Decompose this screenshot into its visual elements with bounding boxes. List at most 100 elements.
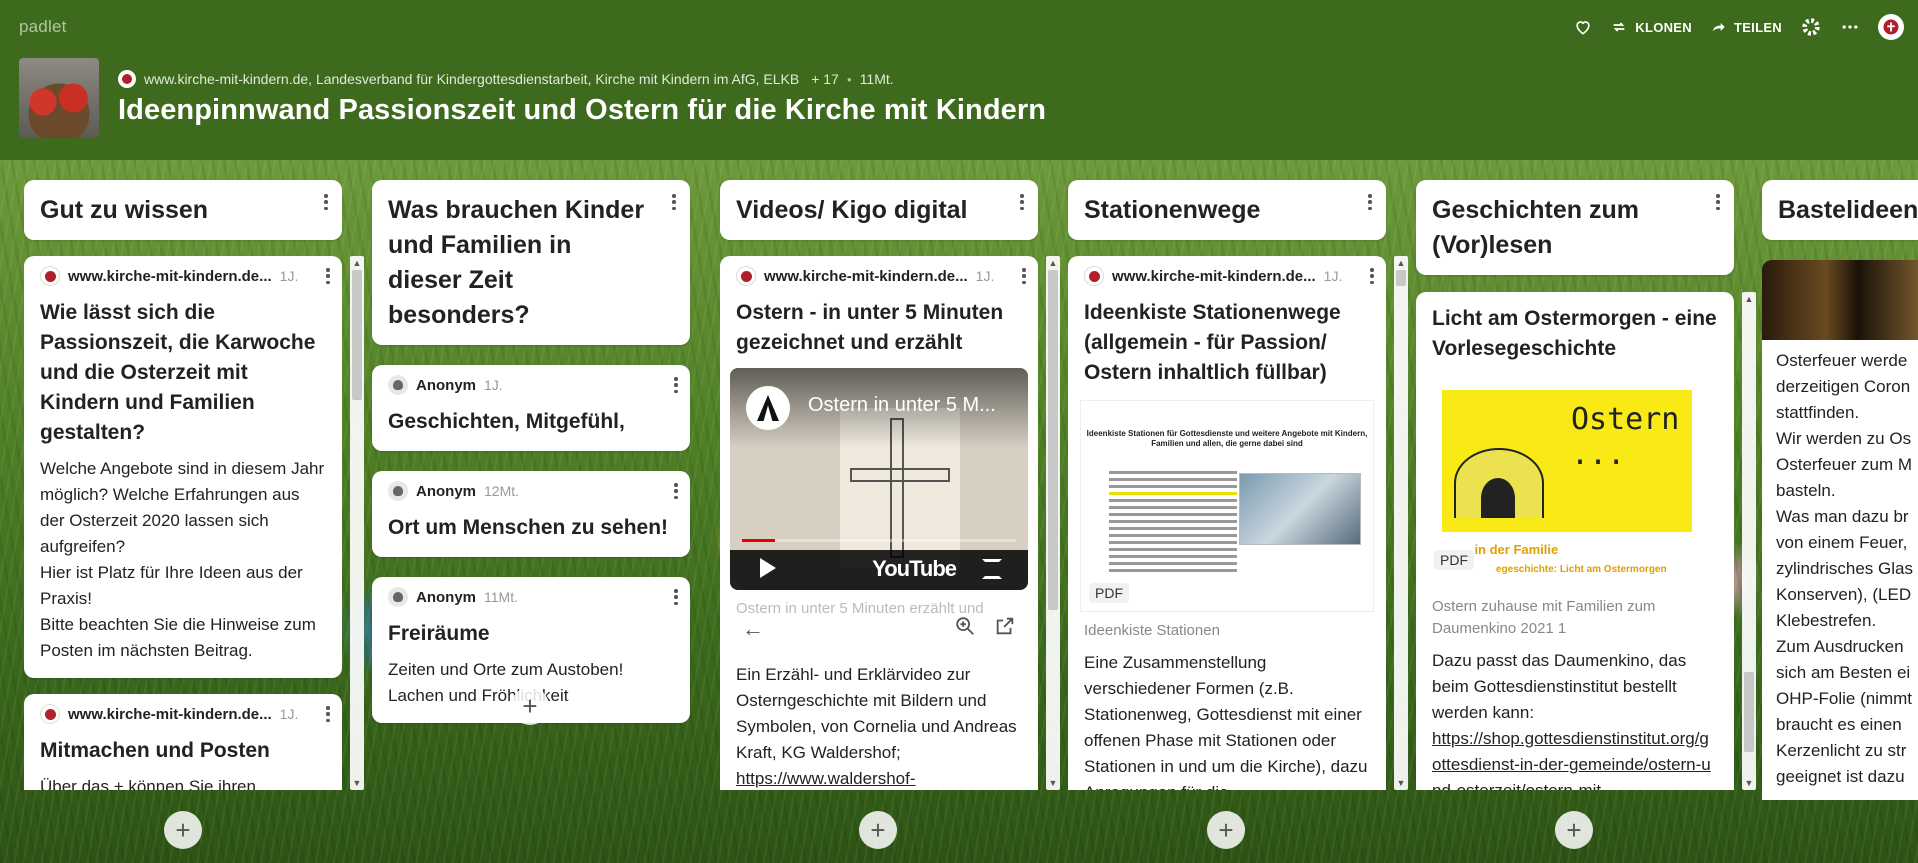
- clone-label: KLONEN: [1635, 19, 1692, 35]
- more-button[interactable]: [1840, 17, 1860, 37]
- post-body-line: Wir werden zu Os: [1776, 429, 1912, 448]
- post-menu-icon[interactable]: [322, 266, 334, 286]
- column-menu-icon[interactable]: [320, 192, 332, 212]
- video-title[interactable]: Ostern in unter 5 M...: [808, 394, 996, 417]
- post-link[interactable]: https://www.waldershof-evangelisch.de/: [736, 769, 916, 790]
- youtube-logo[interactable]: YouTube: [872, 556, 957, 582]
- column-title: Videos/ Kigo digital: [736, 196, 968, 224]
- header-bar: padlet KLONEN TEILEN www.kirche-mit-kind…: [0, 0, 1918, 160]
- plus-icon: +: [870, 814, 886, 845]
- church-logo-icon: [736, 266, 756, 286]
- user-avatar[interactable]: [1878, 14, 1904, 40]
- plus-icon: +: [1218, 814, 1234, 845]
- post-image: [1762, 260, 1918, 340]
- post-card[interactable]: www.kirche-mit-kindern.de... 1J. Ostern …: [720, 256, 1038, 790]
- fullscreen-icon[interactable]: [982, 559, 1002, 579]
- post-body-line: derzeitigen Coron: [1776, 377, 1911, 396]
- like-button[interactable]: [1573, 17, 1593, 37]
- column-scrollbar[interactable]: ▲ ▼: [1394, 256, 1408, 790]
- anonymous-avatar-icon: [388, 481, 408, 501]
- post-card[interactable]: www.kirche-mit-kindern.de... 1J. Mitmach…: [24, 694, 342, 790]
- post-menu-icon[interactable]: [1018, 266, 1030, 286]
- church-logo-icon: [118, 70, 136, 88]
- pdf-cover-caption: egeschichte: Licht am Ostermorgen: [1496, 564, 1667, 575]
- post-card[interactable]: www.kirche-mit-kindern.de... 1J. Wie läs…: [24, 256, 342, 678]
- column-menu-icon[interactable]: [1016, 192, 1028, 212]
- post-link[interactable]: https://shop.gottesdienstinstitut.org/go…: [1432, 729, 1711, 790]
- column-title: Stationenwege: [1084, 196, 1261, 224]
- zoom-icon[interactable]: [954, 615, 976, 643]
- church-logo-icon: [1084, 266, 1104, 286]
- column-scrollbar[interactable]: ▲ ▼: [1742, 292, 1756, 790]
- post-body-line: OHP-Folie (nimmt: [1776, 689, 1913, 708]
- attachment-toolbar: Ostern in unter 5 Minuten erzählt und ←: [730, 600, 1028, 654]
- column-scrollbar[interactable]: ▲ ▼: [350, 256, 364, 790]
- pdf-preview[interactable]: Ostern ... ... in der Familie egeschicht…: [1426, 378, 1724, 588]
- pdf-preview[interactable]: Ideenkiste Stationen für Gottesdienste u…: [1080, 400, 1374, 612]
- add-post-button[interactable]: +: [1555, 811, 1593, 849]
- pdf-cover-title: Ostern ...: [1571, 402, 1680, 472]
- post-author: www.kirche-mit-kindern.de... 1J.: [736, 266, 1022, 286]
- page-title: Ideenpinnwand Passionszeit und Ostern fü…: [118, 94, 1047, 126]
- column-menu-icon[interactable]: [1712, 192, 1724, 212]
- post-body-line: von einem Feuer,: [1776, 533, 1908, 552]
- column-title: Bastelideen: [1778, 196, 1918, 224]
- post-card[interactable]: Anonym 1J. Geschichten, Mitgefühl,: [372, 365, 690, 451]
- clone-button[interactable]: KLONEN: [1611, 19, 1692, 35]
- post-author: www.kirche-mit-kindern.de... 1J.: [40, 704, 326, 724]
- pdf-badge: PDF: [1089, 583, 1129, 603]
- board-meta: www.kirche-mit-kindern.de, Landesverband…: [118, 70, 894, 88]
- back-arrow-icon[interactable]: ←: [742, 616, 764, 642]
- play-icon[interactable]: [760, 558, 776, 578]
- add-post-button[interactable]: +: [859, 811, 897, 849]
- post-card[interactable]: Anonym 12Mt. Ort um Menschen zu sehen!: [372, 471, 690, 557]
- add-post-button[interactable]: +: [511, 687, 549, 725]
- post-menu-icon[interactable]: [670, 481, 682, 501]
- post-menu-icon[interactable]: [1366, 266, 1378, 286]
- contributors-count[interactable]: + 17: [811, 71, 839, 87]
- post-card[interactable]: www.kirche-mit-kindern.de... 1J. Ideenki…: [1068, 256, 1386, 790]
- add-post-button[interactable]: +: [1207, 811, 1245, 849]
- column-videos: Videos/ Kigo digital www.kirche-mit-kind…: [720, 180, 1060, 790]
- post-list[interactable]: www.kirche-mit-kindern.de... 1J. Ostern …: [720, 256, 1038, 790]
- column-scrollbar[interactable]: ▲ ▼: [1046, 256, 1060, 790]
- post-title: Geschichten, Mitgefühl,: [388, 410, 625, 433]
- add-post-button[interactable]: +: [164, 811, 202, 849]
- post-body-line: sich am Besten ei: [1776, 663, 1911, 682]
- post-card[interactable]: Licht am Ostermorgen - eine Vorlesegesch…: [1416, 292, 1734, 790]
- post-menu-icon[interactable]: [670, 587, 682, 607]
- post-card[interactable]: Osterfeuer werde derzeitigen Coron stattfi…: [1762, 260, 1918, 800]
- padlet-logo[interactable]: padlet: [19, 17, 67, 37]
- post-author: www.kirche-mit-kindern.de... 1J.: [40, 266, 326, 286]
- channel-logo-icon[interactable]: [746, 386, 790, 430]
- board-thumbnail: [19, 58, 99, 138]
- share-arrow-icon: [1712, 23, 1725, 31]
- video-progress-bar[interactable]: [742, 539, 1016, 542]
- board-author[interactable]: www.kirche-mit-kindern.de, Landesverband…: [144, 71, 799, 87]
- post-title: Ort um Menschen zu sehen!: [388, 516, 669, 539]
- column-menu-icon[interactable]: [1364, 192, 1376, 212]
- post-author: Anonym 11Mt.: [388, 587, 674, 607]
- post-list[interactable]: Licht am Ostermorgen - eine Vorlesegesch…: [1416, 292, 1734, 790]
- more-horizontal-icon: [1842, 25, 1858, 29]
- gear-icon: [1802, 18, 1820, 36]
- post-menu-icon[interactable]: [322, 704, 334, 724]
- youtube-video-embed[interactable]: Ostern in unter 5 M... YouTube: [730, 368, 1028, 590]
- pdf-image: [1239, 473, 1361, 545]
- post-list[interactable]: www.kirche-mit-kindern.de... 1J. Wie läs…: [24, 256, 342, 790]
- column-menu-icon[interactable]: [668, 192, 680, 212]
- post-list[interactable]: www.kirche-mit-kindern.de... 1J. Ideenki…: [1068, 256, 1386, 790]
- post-body: Eine Zusammenstellung verschiedener Form…: [1084, 653, 1368, 790]
- post-menu-icon[interactable]: [670, 375, 682, 395]
- settings-button[interactable]: [1800, 16, 1822, 38]
- post-body-line: basteln.: [1776, 481, 1836, 500]
- share-button[interactable]: TEILEN: [1710, 19, 1782, 35]
- church-logo-icon: [40, 704, 60, 724]
- post-title: Licht am Ostermorgen - eine Vorlesegesch…: [1432, 307, 1717, 360]
- post-title: Wie lässt sich die Passionszeit, die Kar…: [40, 301, 316, 444]
- open-external-icon[interactable]: [994, 615, 1016, 643]
- heart-icon: [1576, 21, 1590, 35]
- post-body-line: braucht es einen: [1776, 715, 1902, 734]
- anonymous-avatar-icon: [388, 587, 408, 607]
- post-author: Anonym 1J.: [388, 375, 674, 395]
